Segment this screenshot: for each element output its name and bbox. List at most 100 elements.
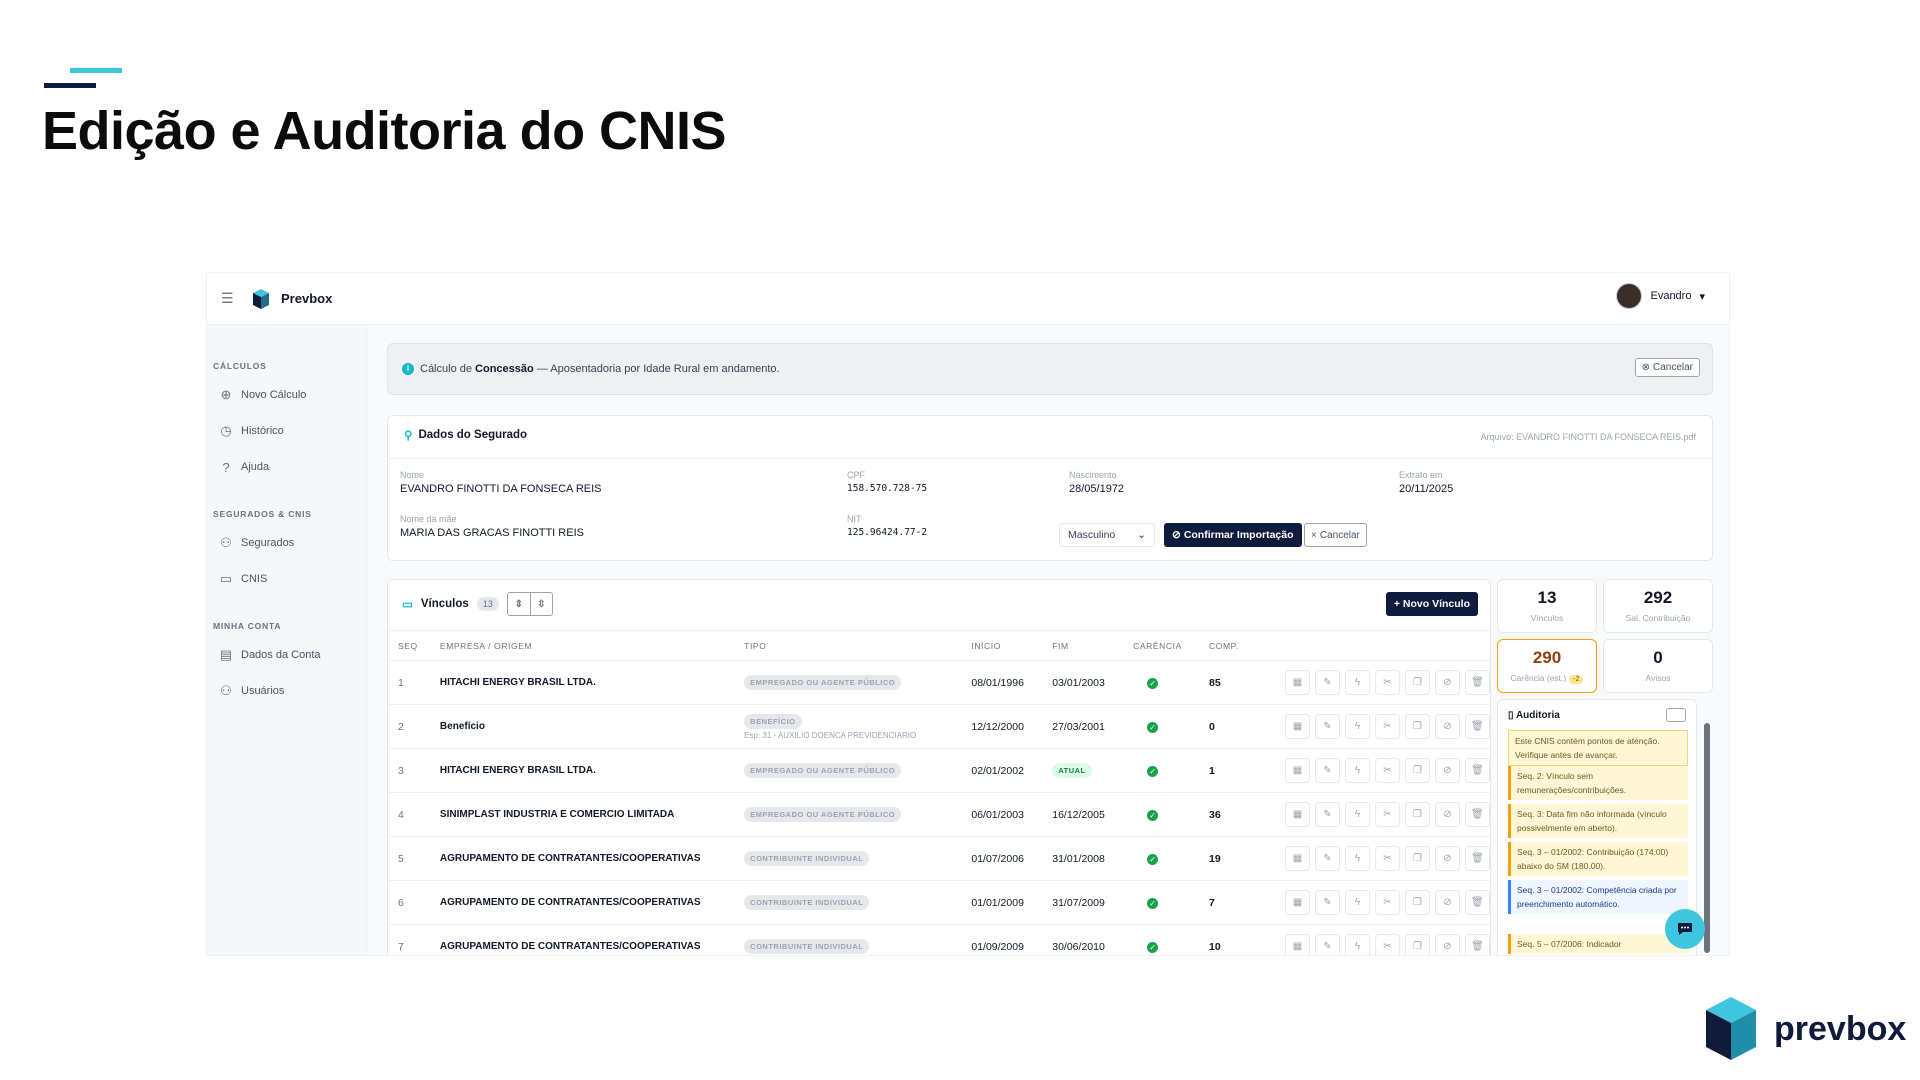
auditoria-panel: ▯ Auditoria Este CNIS contém pontos de a…: [1497, 699, 1697, 955]
table-row[interactable]: 4 SINIMPLAST INDUSTRIA E COMERCIO LIMITA…: [388, 792, 1490, 837]
chevron-down-icon: ⌄: [1137, 529, 1146, 541]
block-icon[interactable]: ⊘: [1435, 758, 1460, 783]
sidebar-item-segurados[interactable]: ⚇ Segurados: [219, 531, 366, 555]
cancel-calculation-button[interactable]: ⊗ Cancelar: [1634, 358, 1700, 377]
close-circle-icon: ⊗: [1641, 362, 1650, 373]
bolt-icon[interactable]: ϟ: [1345, 802, 1370, 827]
table-row[interactable]: 1 HITACHI ENERGY BRASIL LTDA. EMPREGADO …: [388, 660, 1490, 705]
chat-button[interactable]: [1665, 909, 1705, 949]
edit-icon[interactable]: ✎: [1315, 670, 1340, 695]
tipo-sub: Esp: 31 - AUXILIO DOENCA PREVIDENCIARIO: [744, 730, 917, 740]
bolt-icon[interactable]: ϟ: [1345, 758, 1370, 783]
bolt-icon[interactable]: ϟ: [1345, 890, 1370, 915]
trash-icon[interactable]: 🗑: [1465, 802, 1490, 827]
edit-icon[interactable]: ✎: [1315, 934, 1340, 955]
table-row[interactable]: 6 AGRUPAMENTO DE CONTRATANTES/COOPERATIV…: [388, 880, 1490, 925]
trash-icon[interactable]: 🗑: [1465, 934, 1490, 955]
check-icon: ✓: [1147, 853, 1159, 865]
table-row[interactable]: 3 HITACHI ENERGY BRASIL LTDA. EMPREGADO …: [388, 748, 1490, 793]
calendar-icon[interactable]: ▦: [1285, 714, 1310, 739]
block-icon[interactable]: ⊘: [1435, 934, 1460, 955]
clock-icon: ◷: [220, 423, 232, 438]
sidebar-item-label: Histórico: [241, 425, 284, 437]
fim-cell-wrap: 27/03/2001: [1042, 704, 1124, 749]
edit-icon[interactable]: ✎: [1315, 758, 1340, 783]
column-header: [1255, 630, 1490, 661]
bolt-icon[interactable]: ϟ: [1345, 670, 1370, 695]
calendar-icon[interactable]: ▦: [1285, 802, 1310, 827]
table-row[interactable]: 7 AGRUPAMENTO DE CONTRATANTES/COOPERATIV…: [388, 924, 1490, 955]
copy-icon[interactable]: ❐: [1405, 846, 1430, 871]
sidebar-item-ajuda[interactable]: ? Ajuda: [219, 455, 366, 479]
copy-icon[interactable]: ❐: [1405, 758, 1430, 783]
bolt-icon[interactable]: ϟ: [1345, 714, 1370, 739]
new-vinculo-button[interactable]: + Novo Vínculo: [1385, 592, 1478, 616]
sidebar-item-novo-calculo[interactable]: ⊕ Novo Cálculo: [219, 383, 366, 407]
block-icon[interactable]: ⊘: [1435, 670, 1460, 695]
sexo-select[interactable]: Masculino ⌄: [1059, 523, 1155, 547]
cut-icon[interactable]: ✂: [1375, 890, 1400, 915]
trash-icon[interactable]: 🗑: [1465, 714, 1490, 739]
trash-icon[interactable]: 🗑: [1465, 758, 1490, 783]
edit-icon[interactable]: ✎: [1315, 890, 1340, 915]
cancel-import-button[interactable]: × Cancelar: [1304, 523, 1367, 547]
block-icon[interactable]: ⊘: [1435, 890, 1460, 915]
copy-icon[interactable]: ❐: [1405, 714, 1430, 739]
table-row[interactable]: 5 AGRUPAMENTO DE CONTRATANTES/COOPERATIV…: [388, 836, 1490, 881]
block-icon[interactable]: ⊘: [1435, 802, 1460, 827]
calendar-icon[interactable]: ▦: [1285, 890, 1310, 915]
copy-icon[interactable]: ❐: [1405, 890, 1430, 915]
confirm-import-button[interactable]: ⊘ Confirmar Importação: [1164, 523, 1302, 547]
audit-item: Seq. 2: Vínculo sem remunerações/contrib…: [1508, 766, 1688, 800]
calendar-icon[interactable]: ▦: [1285, 934, 1310, 955]
carencia-cell: ✓: [1123, 660, 1200, 705]
sidebar-item-cnis[interactable]: ▭ CNIS: [219, 567, 366, 591]
info-icon: i: [402, 363, 414, 375]
segurado-card: ⚲ Dados do Segurado Arquivo: EVANDRO FINO…: [387, 415, 1713, 561]
cut-icon[interactable]: ✂: [1375, 714, 1400, 739]
block-icon[interactable]: ⊘: [1435, 714, 1460, 739]
trash-icon[interactable]: 🗑: [1465, 670, 1490, 695]
inicio-cell: 02/01/2002: [961, 748, 1043, 793]
calendar-icon[interactable]: ▦: [1285, 846, 1310, 871]
sidebar-item-usuarios[interactable]: ⚇ Usuários: [219, 679, 366, 703]
sidebar-item-label: Dados da Conta: [241, 649, 321, 661]
copy-icon[interactable]: ❐: [1405, 670, 1430, 695]
field-cpf: CPF 158.570.728-75: [847, 470, 928, 494]
briefcase-icon: ▭: [402, 599, 413, 611]
collapse-icon[interactable]: ⇳: [529, 593, 552, 615]
auditoria-scrollbar[interactable]: [1703, 709, 1711, 955]
inicio-cell: 08/01/1996: [961, 660, 1043, 705]
tipo-badge: CONTRIBUINTE INDIVIDUAL: [744, 939, 870, 954]
bolt-icon[interactable]: ϟ: [1345, 846, 1370, 871]
user-name: Evandro: [1650, 290, 1692, 302]
cut-icon[interactable]: ✂: [1375, 758, 1400, 783]
collapse-auditoria-button[interactable]: [1666, 708, 1686, 722]
bolt-icon[interactable]: ϟ: [1345, 934, 1370, 955]
sidebar: CÁLCULOS ⊕ Novo Cálculo ◷ Histórico ? Ajuda…: [207, 325, 367, 955]
copy-icon[interactable]: ❐: [1405, 934, 1430, 955]
cut-icon[interactable]: ✂: [1375, 846, 1400, 871]
edit-icon[interactable]: ✎: [1315, 846, 1340, 871]
calendar-icon[interactable]: ▦: [1285, 670, 1310, 695]
sidebar-item-dados-conta[interactable]: ▤ Dados da Conta: [219, 643, 366, 667]
cut-icon[interactable]: ✂: [1375, 670, 1400, 695]
copy-icon[interactable]: ❐: [1405, 802, 1430, 827]
sidebar-item-historico[interactable]: ◷ Histórico: [219, 419, 366, 443]
edit-icon[interactable]: ✎: [1315, 714, 1340, 739]
expand-icon[interactable]: ⇕: [508, 593, 530, 615]
comp-cell: 19: [1199, 836, 1255, 881]
trash-icon[interactable]: 🗑: [1465, 846, 1490, 871]
inicio-cell: 01/07/2006: [961, 836, 1043, 881]
block-icon[interactable]: ⊘: [1435, 846, 1460, 871]
menu-icon[interactable]: ☰: [221, 290, 235, 307]
cut-icon[interactable]: ✂: [1375, 802, 1400, 827]
user-menu[interactable]: Evandro ▾: [1616, 283, 1705, 309]
table-row[interactable]: 2 Benefício BENEFÍCIO Esp: 31 - AUXILIO D…: [388, 704, 1490, 749]
edit-icon[interactable]: ✎: [1315, 802, 1340, 827]
calendar-icon[interactable]: ▦: [1285, 758, 1310, 783]
trash-icon[interactable]: 🗑: [1465, 890, 1490, 915]
check-icon: ✓: [1147, 897, 1159, 909]
cut-icon[interactable]: ✂: [1375, 934, 1400, 955]
tipo-badge: EMPREGADO OU AGENTE PÚBLICO: [744, 763, 902, 778]
